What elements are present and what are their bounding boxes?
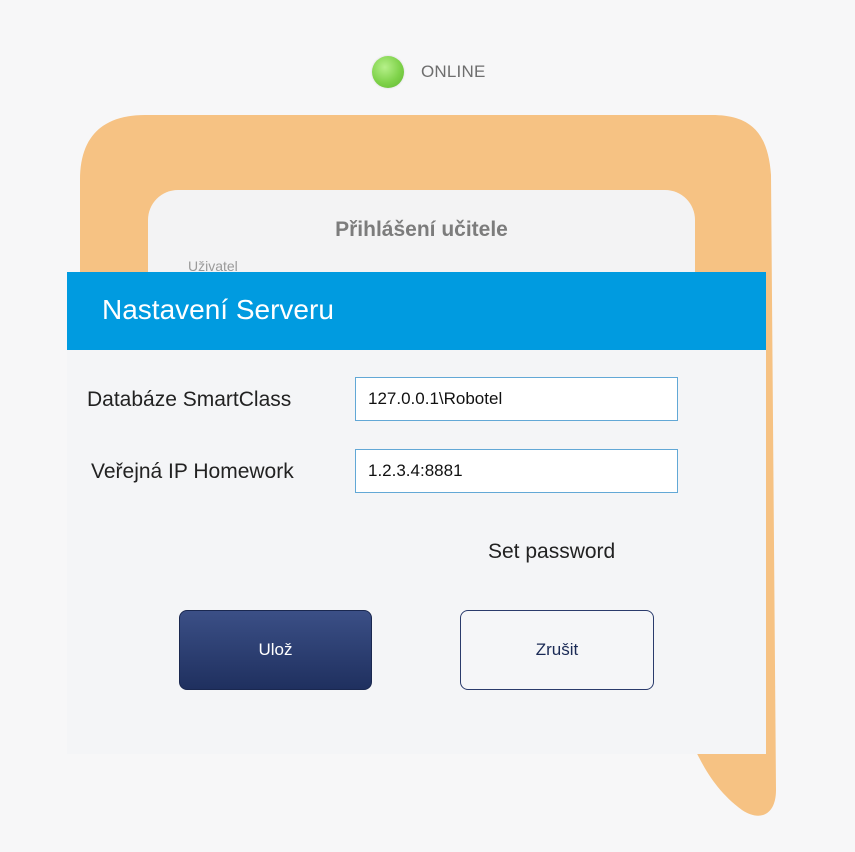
save-button[interactable]: Ulož (179, 610, 372, 690)
server-settings-dialog: Nastavení Serveru Databáze SmartClass Ve… (67, 272, 766, 754)
dialog-title: Nastavení Serveru (102, 294, 334, 325)
database-label: Databáze SmartClass (87, 388, 292, 411)
set-password-link[interactable]: Set password (488, 540, 615, 564)
cancel-button[interactable]: Zrušit (460, 610, 654, 690)
login-title: Přihlášení učitele (335, 218, 508, 241)
dialog-header: Nastavení Serveru (67, 272, 766, 350)
database-input[interactable] (355, 377, 678, 421)
public-ip-label: Veřejná IP Homework (91, 460, 294, 483)
public-ip-input[interactable] (355, 449, 678, 493)
